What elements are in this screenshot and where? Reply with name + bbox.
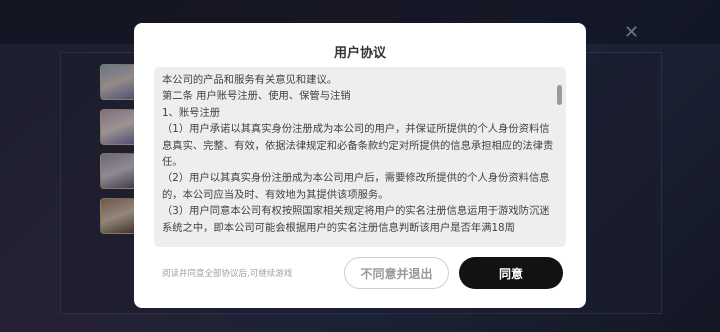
agreement-paragraph: （2）用户以其真实身份注册成为本公司用户后，需要修改所提供的个人身份资料信息的，… <box>162 172 550 201</box>
agree-button[interactable]: 同意 <box>459 257 563 289</box>
agreement-content-box[interactable]: 本公司的产品和服务有关意见和建议。 第二条 用户账号注册、使用、保管与注销 1、… <box>154 67 566 247</box>
agreement-hint: 阅读并同意全部协议后,可继续游戏 <box>162 269 293 279</box>
agreement-paragraph: （3）用户同意本公司有权按照国家相关规定将用户的实名注册信息运用于游戏防沉迷系统… <box>162 205 550 234</box>
agreement-paragraph: 1、账号注册 <box>162 106 221 119</box>
agreement-paragraph: 本公司的产品和服务有关意见和建议。 <box>162 74 338 86</box>
agreement-paragraph: （1）用户承诺以其真实身份注册成为本公司的用户，并保证所提供的个人身份资料信息真… <box>162 123 554 169</box>
disagree-exit-button[interactable]: 不同意并退出 <box>344 257 449 289</box>
dialog-title: 用户协议 <box>333 46 386 61</box>
agreement-paragraph: 第二条 用户账号注册、使用、保管与注销 <box>162 90 351 103</box>
agreement-text: 本公司的产品和服务有关意见和建议。 第二条 用户账号注册、使用、保管与注销 1、… <box>162 72 554 236</box>
scrollbar-thumb[interactable] <box>557 85 562 105</box>
user-agreement-dialog: 用户协议 本公司的产品和服务有关意见和建议。 第二条 用户账号注册、使用、保管与… <box>134 23 586 308</box>
scrollbar[interactable] <box>557 79 562 243</box>
